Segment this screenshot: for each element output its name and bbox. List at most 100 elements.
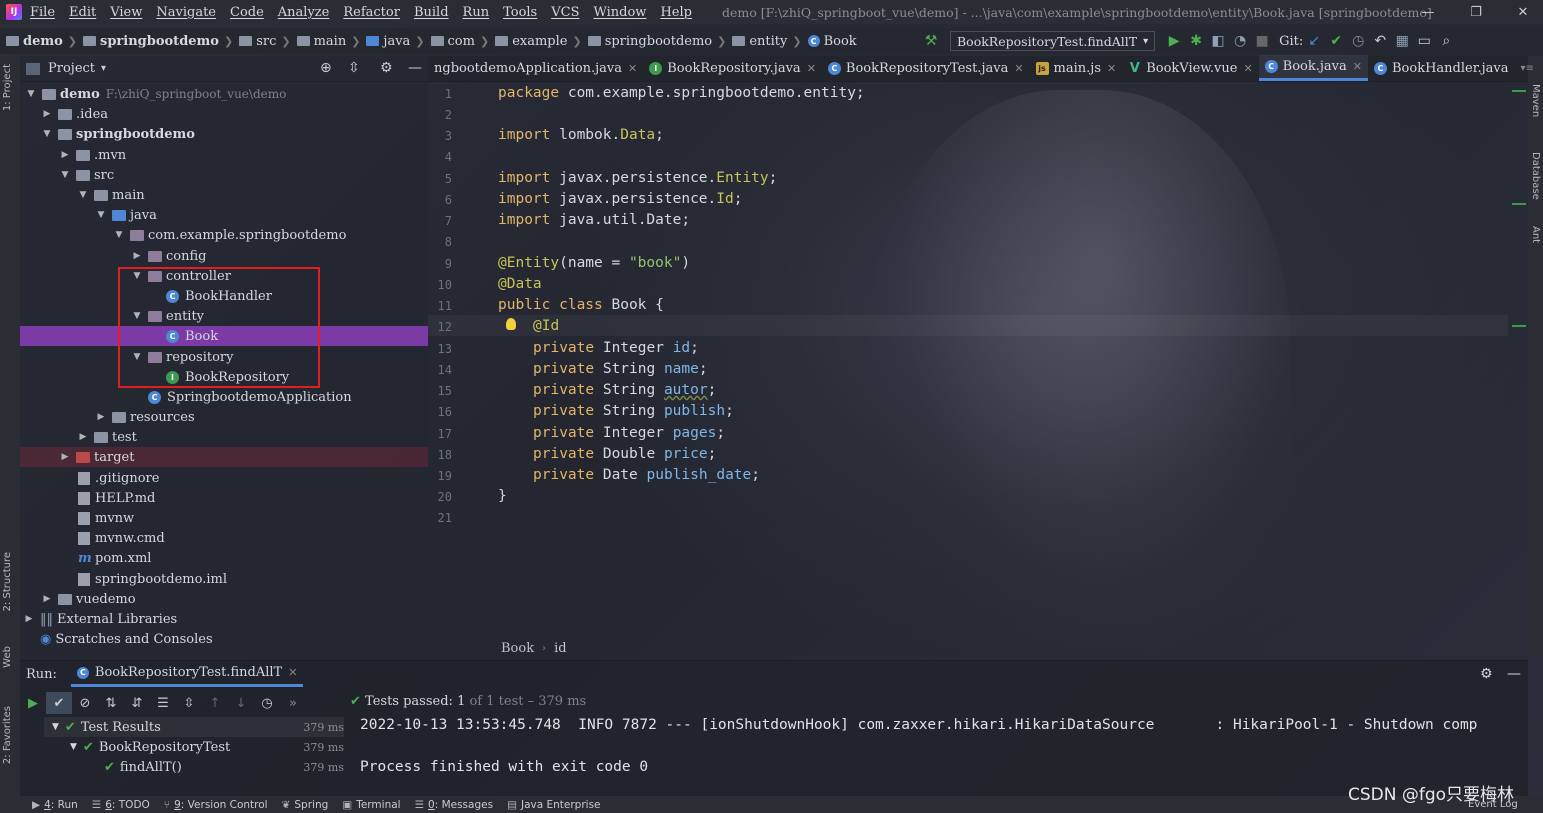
tree-item[interactable]: HELP.md bbox=[20, 488, 428, 508]
minimize-icon[interactable]: — bbox=[1405, 0, 1451, 24]
tree-item[interactable]: ◉ Scratches and Consoles bbox=[20, 629, 428, 649]
tool-window-terminal[interactable]: ▣ Terminal bbox=[342, 799, 400, 811]
tool-window-structure[interactable]: 2: Structure bbox=[2, 552, 13, 611]
test-tree-item[interactable]: ✔ findAllT() 379 ms bbox=[44, 757, 344, 777]
menu-run[interactable]: Run bbox=[463, 5, 490, 20]
menu-edit[interactable]: Edit bbox=[69, 5, 96, 20]
close-tab-icon[interactable]: ✕ bbox=[1107, 62, 1116, 75]
menu-build[interactable]: Build bbox=[414, 5, 449, 20]
tree-item[interactable]: ▼ com.example.springbootdemo bbox=[20, 225, 428, 245]
tab-bookhandler-java[interactable]: C BookHandler.java bbox=[1368, 55, 1515, 81]
build-hammer-icon[interactable]: ⚒ bbox=[920, 30, 942, 52]
tool-window-ant[interactable]: Ant bbox=[1530, 226, 1541, 243]
presentation-icon[interactable]: ▭ bbox=[1413, 30, 1435, 52]
rollback-icon[interactable]: ↶ bbox=[1369, 30, 1391, 52]
sort-alpha-icon[interactable]: ⇅ bbox=[98, 692, 124, 714]
git-commit-icon[interactable]: ✔ bbox=[1325, 30, 1347, 52]
test-tree-item[interactable]: ▼ ✔ BookRepositoryTest 379 ms bbox=[44, 737, 344, 757]
tree-item[interactable]: ▶ .mvn bbox=[20, 145, 428, 165]
tool-window-favorites[interactable]: 2: Favorites bbox=[2, 706, 13, 764]
project-view-select[interactable]: Project bbox=[48, 61, 95, 76]
lightbulb-icon[interactable] bbox=[506, 318, 516, 330]
close-tab-icon[interactable]: ✕ bbox=[1243, 62, 1252, 75]
breadcrumb-book[interactable]: C Book bbox=[807, 34, 857, 49]
git-update-icon[interactable]: ↙ bbox=[1303, 30, 1325, 52]
tool-window-todo[interactable]: ☰ 6: TODO bbox=[92, 799, 150, 811]
tree-item[interactable]: ▼ src bbox=[20, 165, 428, 185]
tab-springbootdemo-application[interactable]: ngbootdemoApplication.java ✕ bbox=[428, 55, 643, 81]
tree-item[interactable]: mvnw bbox=[20, 508, 428, 528]
tree-item[interactable]: ▶ resources bbox=[20, 407, 428, 427]
collapse-all-icon[interactable]: ⇳ bbox=[176, 692, 202, 714]
tree-item[interactable]: ▼ java bbox=[20, 205, 428, 225]
more-icon[interactable]: » bbox=[280, 692, 306, 714]
breadcrumb-demo[interactable]: demo ❯ bbox=[6, 34, 77, 49]
run-configuration-select[interactable]: BookRepositoryTest.findAllT ▾ bbox=[950, 31, 1156, 51]
sort-duration-icon[interactable]: ⇵ bbox=[124, 692, 150, 714]
hide-icon[interactable]: — bbox=[1507, 666, 1521, 682]
menu-file[interactable]: File bbox=[30, 5, 55, 20]
tool-window-database[interactable]: Database bbox=[1530, 152, 1541, 200]
test-tree-item[interactable]: ▼ ✔ Test Results 379 ms bbox=[44, 717, 344, 737]
tool-window-project[interactable]: 1: Project bbox=[2, 64, 13, 111]
tree-item[interactable]: springbootdemo.iml bbox=[20, 569, 428, 589]
menu-help[interactable]: Help bbox=[660, 5, 692, 20]
show-ignored-icon[interactable]: ⊘ bbox=[72, 692, 98, 714]
close-icon[interactable]: ✕ bbox=[1500, 0, 1543, 24]
tab-book-java[interactable]: C Book.java ✕ bbox=[1258, 55, 1368, 81]
tool-window-version-control[interactable]: ⑂ 9: Version Control bbox=[164, 799, 268, 811]
tab-book-repository[interactable]: I BookRepository.java ✕ bbox=[643, 55, 822, 81]
close-tab-icon[interactable]: ✕ bbox=[1014, 62, 1023, 75]
tool-window-web[interactable]: Web bbox=[2, 646, 13, 668]
tool-window-messages[interactable]: ☰ 0: Messages bbox=[415, 799, 493, 811]
tree-item[interactable]: ▼ springbootdemo bbox=[20, 124, 428, 144]
tool-window-maven[interactable]: Maven bbox=[1530, 84, 1541, 117]
tabs-overflow-icon[interactable]: ▾≡ bbox=[1515, 55, 1540, 81]
tree-item[interactable]: ▶ ‖‖ External Libraries bbox=[20, 609, 428, 629]
gear-icon[interactable]: ⚙ bbox=[380, 60, 393, 76]
tree-item[interactable]: ▶ target bbox=[20, 447, 428, 467]
breadcrumb-main[interactable]: main ❯ bbox=[296, 34, 360, 49]
tree-item[interactable]: m pom.xml bbox=[20, 548, 428, 568]
menu-code[interactable]: Code bbox=[230, 5, 264, 20]
editor-crumb-class[interactable]: Book bbox=[501, 641, 534, 656]
tree-item[interactable]: ▶ config bbox=[20, 246, 428, 266]
menu-navigate[interactable]: Navigate bbox=[156, 5, 216, 20]
restore-icon[interactable]: ❐ bbox=[1453, 0, 1499, 24]
tree-item[interactable]: ▼ demo F:\zhiQ_springboot_vue\demo bbox=[20, 84, 428, 104]
tool-window-spring[interactable]: ❦ Spring bbox=[282, 799, 329, 811]
breadcrumb-example[interactable]: example ❯ bbox=[495, 34, 582, 49]
project-structure-icon[interactable]: ▦ bbox=[1391, 30, 1413, 52]
chevron-down-icon[interactable]: ▾ bbox=[101, 63, 106, 74]
search-icon[interactable]: ⌕ bbox=[1435, 30, 1457, 52]
tab-book-repository-test[interactable]: C BookRepositoryTest.java ✕ bbox=[822, 55, 1030, 81]
breadcrumb-java[interactable]: java ❯ bbox=[366, 34, 425, 49]
git-history-icon[interactable]: ◷ bbox=[1347, 30, 1369, 52]
tool-window-java-enterprise[interactable]: ▤ Java Enterprise bbox=[507, 799, 600, 811]
coverage-icon[interactable]: ◧ bbox=[1207, 30, 1229, 52]
tab-bookview-vue[interactable]: V BookView.vue ✕ bbox=[1122, 55, 1258, 81]
run-icon[interactable]: ▶ bbox=[1163, 30, 1185, 52]
tree-item[interactable]: ▶ .idea bbox=[20, 104, 428, 124]
code-editor[interactable]: 1 2 3 4 5 6 7 8 9 10 11 12 13 14 15 16 1… bbox=[428, 82, 1528, 637]
gear-icon[interactable]: ⚙ bbox=[1480, 666, 1493, 682]
menu-refactor[interactable]: Refactor bbox=[343, 5, 400, 20]
history-icon[interactable]: ◷ bbox=[254, 692, 280, 714]
menu-window[interactable]: Window bbox=[593, 5, 646, 20]
profile-icon[interactable]: ◔ bbox=[1229, 30, 1251, 52]
close-tab-icon[interactable]: ✕ bbox=[807, 62, 816, 75]
close-tab-icon[interactable]: ✕ bbox=[1353, 60, 1362, 73]
breadcrumb-entity[interactable]: entity ❯ bbox=[732, 34, 802, 49]
tree-item[interactable]: ▶ vuedemo bbox=[20, 589, 428, 609]
run-tab[interactable]: C BookRepositoryTest.findAllT ✕ bbox=[70, 661, 304, 687]
menu-analyze[interactable]: Analyze bbox=[278, 5, 330, 20]
next-icon[interactable]: ↓ bbox=[228, 692, 254, 714]
previous-icon[interactable]: ↑ bbox=[202, 692, 228, 714]
editor-crumb-field[interactable]: id bbox=[554, 641, 566, 656]
menu-tools[interactable]: Tools bbox=[503, 5, 537, 20]
menu-vcs[interactable]: VCS bbox=[551, 5, 579, 20]
tree-item[interactable]: .gitignore bbox=[20, 468, 428, 488]
debug-icon[interactable]: ✱ bbox=[1185, 30, 1207, 52]
breadcrumb-com[interactable]: com ❯ bbox=[430, 34, 489, 49]
tree-item[interactable]: mvnw.cmd bbox=[20, 528, 428, 548]
